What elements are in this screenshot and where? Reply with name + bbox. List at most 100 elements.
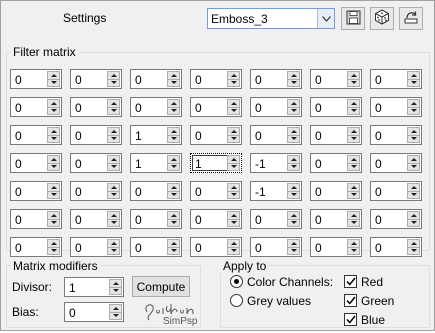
grey-values-label[interactable]: Grey values: [247, 294, 311, 308]
arrow-up-icon[interactable]: [47, 183, 60, 192]
arrow-up-icon[interactable]: [47, 71, 60, 80]
matrix-cell-stepper[interactable]: [227, 155, 240, 171]
matrix-cell-stepper[interactable]: [347, 155, 360, 171]
arrow-up-icon[interactable]: [287, 155, 300, 164]
arrow-down-icon[interactable]: [107, 135, 120, 143]
matrix-cell-stepper[interactable]: [407, 99, 420, 115]
matrix-cell-input[interactable]: 0: [190, 181, 242, 201]
bias-stepper[interactable]: [109, 304, 122, 320]
arrow-up-icon[interactable]: [227, 71, 240, 80]
matrix-cell-input[interactable]: 0: [70, 69, 122, 89]
matrix-cell-input[interactable]: 0: [370, 209, 422, 229]
arrow-down-icon[interactable]: [47, 107, 60, 115]
arrow-up-icon[interactable]: [167, 71, 180, 80]
arrow-down-icon[interactable]: [287, 247, 300, 255]
matrix-cell-input[interactable]: 0: [10, 181, 62, 201]
matrix-cell-input[interactable]: 0: [370, 181, 422, 201]
arrow-up-icon[interactable]: [167, 239, 180, 248]
matrix-cell-stepper[interactable]: [227, 183, 240, 199]
arrow-down-icon[interactable]: [407, 79, 420, 87]
arrow-down-icon[interactable]: [347, 135, 360, 143]
arrow-up-icon[interactable]: [107, 155, 120, 164]
green-label[interactable]: Green: [361, 294, 394, 308]
matrix-cell-stepper[interactable]: [167, 155, 180, 171]
arrow-up-icon[interactable]: [167, 127, 180, 136]
matrix-cell-stepper[interactable]: [287, 99, 300, 115]
arrow-up-icon[interactable]: [47, 127, 60, 136]
matrix-cell-stepper[interactable]: [287, 127, 300, 143]
matrix-cell-stepper[interactable]: [47, 239, 60, 255]
arrow-down-icon[interactable]: [107, 191, 120, 199]
arrow-up-icon[interactable]: [347, 71, 360, 80]
matrix-cell-input[interactable]: 0: [190, 209, 242, 229]
divisor-input[interactable]: 1: [64, 277, 124, 297]
color-channels-radio[interactable]: [230, 275, 243, 288]
green-checkbox[interactable]: [344, 294, 357, 307]
arrow-up-icon[interactable]: [287, 183, 300, 192]
arrow-up-icon[interactable]: [107, 211, 120, 220]
matrix-cell-stepper[interactable]: [287, 71, 300, 87]
grey-values-radio[interactable]: [230, 294, 243, 307]
matrix-cell-input[interactable]: 0: [10, 125, 62, 145]
arrow-up-icon[interactable]: [107, 239, 120, 248]
arrow-up-icon[interactable]: [227, 183, 240, 192]
arrow-down-icon[interactable]: [227, 163, 240, 171]
matrix-cell-input[interactable]: 0: [370, 125, 422, 145]
matrix-cell-input[interactable]: 0: [70, 237, 122, 257]
matrix-cell-input[interactable]: 0: [10, 237, 62, 257]
matrix-cell-input[interactable]: 0: [130, 209, 182, 229]
arrow-up-icon[interactable]: [407, 71, 420, 80]
arrow-up-icon[interactable]: [107, 127, 120, 136]
color-channels-label[interactable]: Color Channels:: [247, 275, 333, 289]
matrix-cell-stepper[interactable]: [347, 211, 360, 227]
arrow-up-icon[interactable]: [287, 211, 300, 220]
matrix-cell-stepper[interactable]: [167, 183, 180, 199]
arrow-down-icon[interactable]: [47, 79, 60, 87]
matrix-cell-stepper[interactable]: [47, 155, 60, 171]
arrow-up-icon[interactable]: [107, 183, 120, 192]
arrow-up-icon[interactable]: [347, 183, 360, 192]
matrix-cell-stepper[interactable]: [407, 71, 420, 87]
matrix-cell-input[interactable]: 0: [190, 125, 242, 145]
arrow-down-icon[interactable]: [287, 219, 300, 227]
matrix-cell-input[interactable]: 0: [70, 209, 122, 229]
arrow-down-icon[interactable]: [347, 163, 360, 171]
matrix-cell-input[interactable]: 0: [310, 181, 362, 201]
matrix-cell-stepper[interactable]: [227, 127, 240, 143]
matrix-cell-input[interactable]: 0: [370, 97, 422, 117]
matrix-cell-stepper[interactable]: [287, 183, 300, 199]
matrix-cell-input[interactable]: 0: [310, 69, 362, 89]
matrix-cell-stepper[interactable]: [287, 155, 300, 171]
arrow-down-icon[interactable]: [287, 191, 300, 199]
blue-label[interactable]: Blue: [361, 313, 385, 327]
save-button[interactable]: [341, 7, 365, 30]
arrow-down-icon[interactable]: [347, 219, 360, 227]
arrow-down-icon[interactable]: [227, 247, 240, 255]
arrow-up-icon[interactable]: [227, 99, 240, 108]
matrix-cell-input[interactable]: 0: [190, 97, 242, 117]
arrow-down-icon[interactable]: [107, 79, 120, 87]
arrow-up-icon[interactable]: [107, 99, 120, 108]
matrix-cell-stepper[interactable]: [47, 127, 60, 143]
arrow-down-icon[interactable]: [287, 107, 300, 115]
matrix-cell-input[interactable]: 0: [130, 69, 182, 89]
matrix-cell-input[interactable]: 0: [250, 97, 302, 117]
arrow-up-icon[interactable]: [407, 127, 420, 136]
arrow-up-icon[interactable]: [407, 155, 420, 164]
arrow-up-icon[interactable]: [107, 71, 120, 80]
arrow-down-icon[interactable]: [347, 79, 360, 87]
arrow-up-icon[interactable]: [407, 183, 420, 192]
matrix-cell-input[interactable]: 0: [10, 97, 62, 117]
arrow-up-icon[interactable]: [47, 239, 60, 248]
matrix-cell-input[interactable]: -1: [250, 153, 302, 173]
arrow-down-icon[interactable]: [227, 79, 240, 87]
matrix-cell-stepper[interactable]: [167, 211, 180, 227]
matrix-cell-input[interactable]: 0: [10, 153, 62, 173]
matrix-cell-input[interactable]: 0: [370, 153, 422, 173]
matrix-cell-stepper[interactable]: [407, 155, 420, 171]
matrix-cell-stepper[interactable]: [347, 183, 360, 199]
arrow-up-icon[interactable]: [287, 239, 300, 248]
arrow-up-icon[interactable]: [407, 211, 420, 220]
arrow-up-icon[interactable]: [347, 155, 360, 164]
arrow-down-icon[interactable]: [407, 163, 420, 171]
